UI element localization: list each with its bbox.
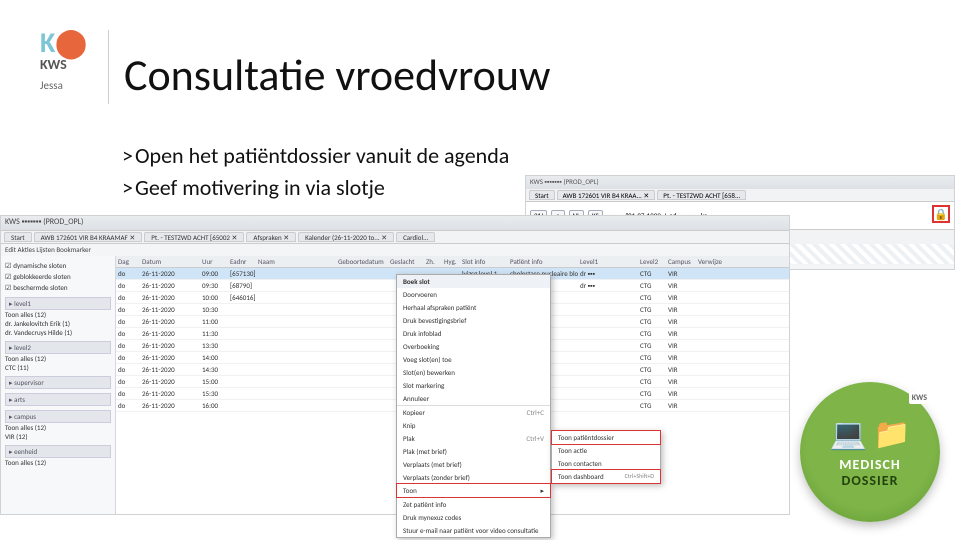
menu-item[interactable]: Herhaal afspraken patiënt bbox=[397, 301, 550, 314]
col-header[interactable]: Slot info bbox=[460, 256, 508, 267]
context-menu: Boek slotDoorvoerenHerhaal afspraken pat… bbox=[396, 274, 551, 538]
col-header[interactable]: Naam bbox=[256, 256, 336, 267]
table-header: DagDatumUurEadnrNaamGeboortedatumGeslach… bbox=[116, 256, 789, 268]
sidebar-item[interactable]: dr. Jankelovitch Erik (1) bbox=[5, 319, 111, 328]
logo-jessa-text: Jessa bbox=[40, 79, 100, 92]
check-dyn-slot[interactable]: dynamische sloten bbox=[5, 260, 111, 271]
menu-item[interactable]: PlakCtrl+V bbox=[397, 432, 550, 445]
menu-item[interactable]: Knip bbox=[397, 419, 550, 432]
logo-k-icon: K⬤ bbox=[40, 25, 87, 60]
menu-item[interactable]: Overboeking bbox=[397, 340, 550, 353]
menu-item[interactable]: Slot markering bbox=[397, 379, 550, 392]
menu-item[interactable]: Slot(en) bewerken bbox=[397, 366, 550, 379]
col-header[interactable]: Geslacht bbox=[388, 256, 424, 267]
app-titlebar: KWS ▪▪▪▪▪▪▪ (PROD_OPL) bbox=[526, 176, 954, 189]
lock-highlight-box: 🔒 bbox=[932, 205, 950, 223]
menu-item[interactable]: Druk bevestigingsbrief bbox=[397, 314, 550, 327]
col-header[interactable]: Level2 bbox=[638, 256, 666, 267]
tab-start[interactable]: Start bbox=[4, 232, 32, 242]
col-header[interactable]: Geboortedatum bbox=[336, 256, 388, 267]
submenu-item[interactable]: Toon actie bbox=[552, 444, 660, 457]
menu-item[interactable]: Stuur e-mail naar patiënt voor video con… bbox=[397, 524, 550, 537]
sidebar-item[interactable]: Toon alles (12) bbox=[5, 310, 111, 319]
agenda-table-area: DagDatumUurEadnrNaamGeboortedatumGeslach… bbox=[116, 256, 789, 514]
sidebar-item[interactable]: Toon alles (12) bbox=[5, 354, 111, 363]
col-header[interactable]: Datum bbox=[140, 256, 200, 267]
section-arts[interactable]: ▸ arts bbox=[5, 393, 111, 406]
menu-item[interactable]: Druk mynexuz codes bbox=[397, 511, 550, 524]
section-campus[interactable]: ▸ campus bbox=[5, 410, 111, 423]
tab-awb-agenda[interactable]: AWB 172601 VIR B4 KRAA... ✕ bbox=[557, 190, 656, 200]
screenshot-agenda-app: KWS ▪▪▪▪▪▪▪ (PROD_OPL) Start AWB 172601 … bbox=[0, 215, 790, 515]
badge-line1: MEDISCH bbox=[839, 457, 900, 472]
folder-icon: 📁 bbox=[873, 416, 910, 453]
col-header[interactable]: Campus bbox=[666, 256, 696, 267]
col-header[interactable]: Eadnr bbox=[228, 256, 256, 267]
body-line-1: Open het patiëntdossier vanuit de agenda bbox=[122, 140, 509, 172]
section-level1[interactable]: ▸ level1 bbox=[5, 297, 111, 310]
check-protected-slot[interactable]: beschermde sloten bbox=[5, 282, 111, 293]
tab-start[interactable]: Start bbox=[529, 190, 555, 200]
menu-item[interactable]: Zet patiënt info bbox=[397, 497, 550, 511]
main-titlebar: KWS ▪▪▪▪▪▪▪ (PROD_OPL) bbox=[1, 216, 789, 230]
medisch-dossier-badge: KWS 💻 📁 MEDISCH DOSSIER bbox=[800, 382, 940, 522]
logo-divider bbox=[108, 30, 109, 104]
menu-item[interactable]: KopieerCtrl+C bbox=[397, 405, 550, 419]
menu-item[interactable]: Druk infoblad bbox=[397, 327, 550, 340]
tab-cardiol[interactable]: Cardiol... bbox=[396, 232, 435, 242]
sidebar-filters: dynamische sloten geblokkeerde sloten be… bbox=[1, 256, 116, 514]
col-header[interactable]: Dag bbox=[116, 256, 140, 267]
menu-item[interactable]: Toon▸ bbox=[396, 483, 551, 498]
main-tabs: Start AWB 172601 VIR B4 KRAAMAF ✕ Pt. - … bbox=[1, 230, 789, 244]
menubar[interactable]: Edit Akties Lijsten Bookmarker bbox=[1, 244, 789, 256]
menu-item[interactable]: Annuleer bbox=[397, 392, 550, 405]
col-header[interactable]: Zh. bbox=[424, 256, 442, 267]
app-tabs: Start AWB 172601 VIR B4 KRAA... ✕ Pt. - … bbox=[526, 189, 954, 202]
section-eenheid[interactable]: ▸ eenheid bbox=[5, 445, 111, 458]
slide-body: Open het patiëntdossier vanuit de agenda… bbox=[122, 140, 509, 204]
tab-pt[interactable]: Pt. - TESTZWD ACHT [65002 ✕ bbox=[144, 232, 244, 242]
sidebar-item[interactable]: dr. Vandecruys Hilde (1) bbox=[5, 328, 111, 337]
col-header[interactable]: Hyg. bbox=[442, 256, 460, 267]
sidebar-item[interactable]: Toon alles (12) bbox=[5, 458, 111, 467]
tab-afspraken[interactable]: Afspraken ✕ bbox=[246, 232, 296, 242]
check-blocked-slot[interactable]: geblokkeerde sloten bbox=[5, 271, 111, 282]
sidebar-item[interactable]: Toon alles (12) bbox=[5, 423, 111, 432]
col-header[interactable]: Patiënt info bbox=[508, 256, 578, 267]
section-level2[interactable]: ▸ level2 bbox=[5, 341, 111, 354]
col-header[interactable]: Verwijze bbox=[696, 256, 736, 267]
slide-title: Consultatie vroedvrouw bbox=[124, 48, 550, 102]
tab-awb[interactable]: AWB 172601 VIR B4 KRAAMAF ✕ bbox=[34, 232, 143, 242]
badge-icons: 💻 📁 bbox=[830, 416, 911, 453]
menu-item[interactable]: Doorvoeren bbox=[397, 288, 550, 301]
submenu-item[interactable]: Toon dashboardCtrl+Shift+D bbox=[551, 469, 661, 484]
badge-line2: DOSSIER bbox=[839, 473, 900, 488]
sidebar-item[interactable]: VIR (12) bbox=[5, 432, 111, 441]
body-line-2: Geef motivering in via slotje bbox=[122, 172, 509, 204]
laptop-icon: 💻 bbox=[830, 416, 867, 453]
menu-item[interactable]: Plak (met brief) bbox=[397, 445, 550, 458]
tab-patient[interactable]: Pt. - TESTZWD ACHT [658... bbox=[657, 190, 746, 200]
menu-item[interactable]: Voeg slot(en) toe bbox=[397, 353, 550, 366]
col-header[interactable]: Level1 bbox=[578, 256, 638, 267]
menu-item[interactable]: Verplaats (met brief) bbox=[397, 458, 550, 471]
logo-block: K⬤ KWS Jessa bbox=[40, 25, 100, 92]
tab-kalender[interactable]: Kalender (26-11-2020 to... ✕ bbox=[298, 232, 394, 242]
context-menu-header: Boek slot bbox=[397, 275, 550, 288]
section-supervisor[interactable]: ▸ supervisor bbox=[5, 376, 111, 389]
lock-icon[interactable]: 🔒 bbox=[934, 208, 948, 221]
sidebar-item[interactable]: CTC (11) bbox=[5, 363, 111, 372]
col-header[interactable]: Uur bbox=[200, 256, 228, 267]
badge-mini-logo: KWS bbox=[909, 392, 930, 404]
submenu-item[interactable]: Toon patiëntdossier bbox=[551, 430, 661, 445]
context-submenu-toon: Toon patiëntdossierToon actieToon contac… bbox=[551, 430, 661, 484]
